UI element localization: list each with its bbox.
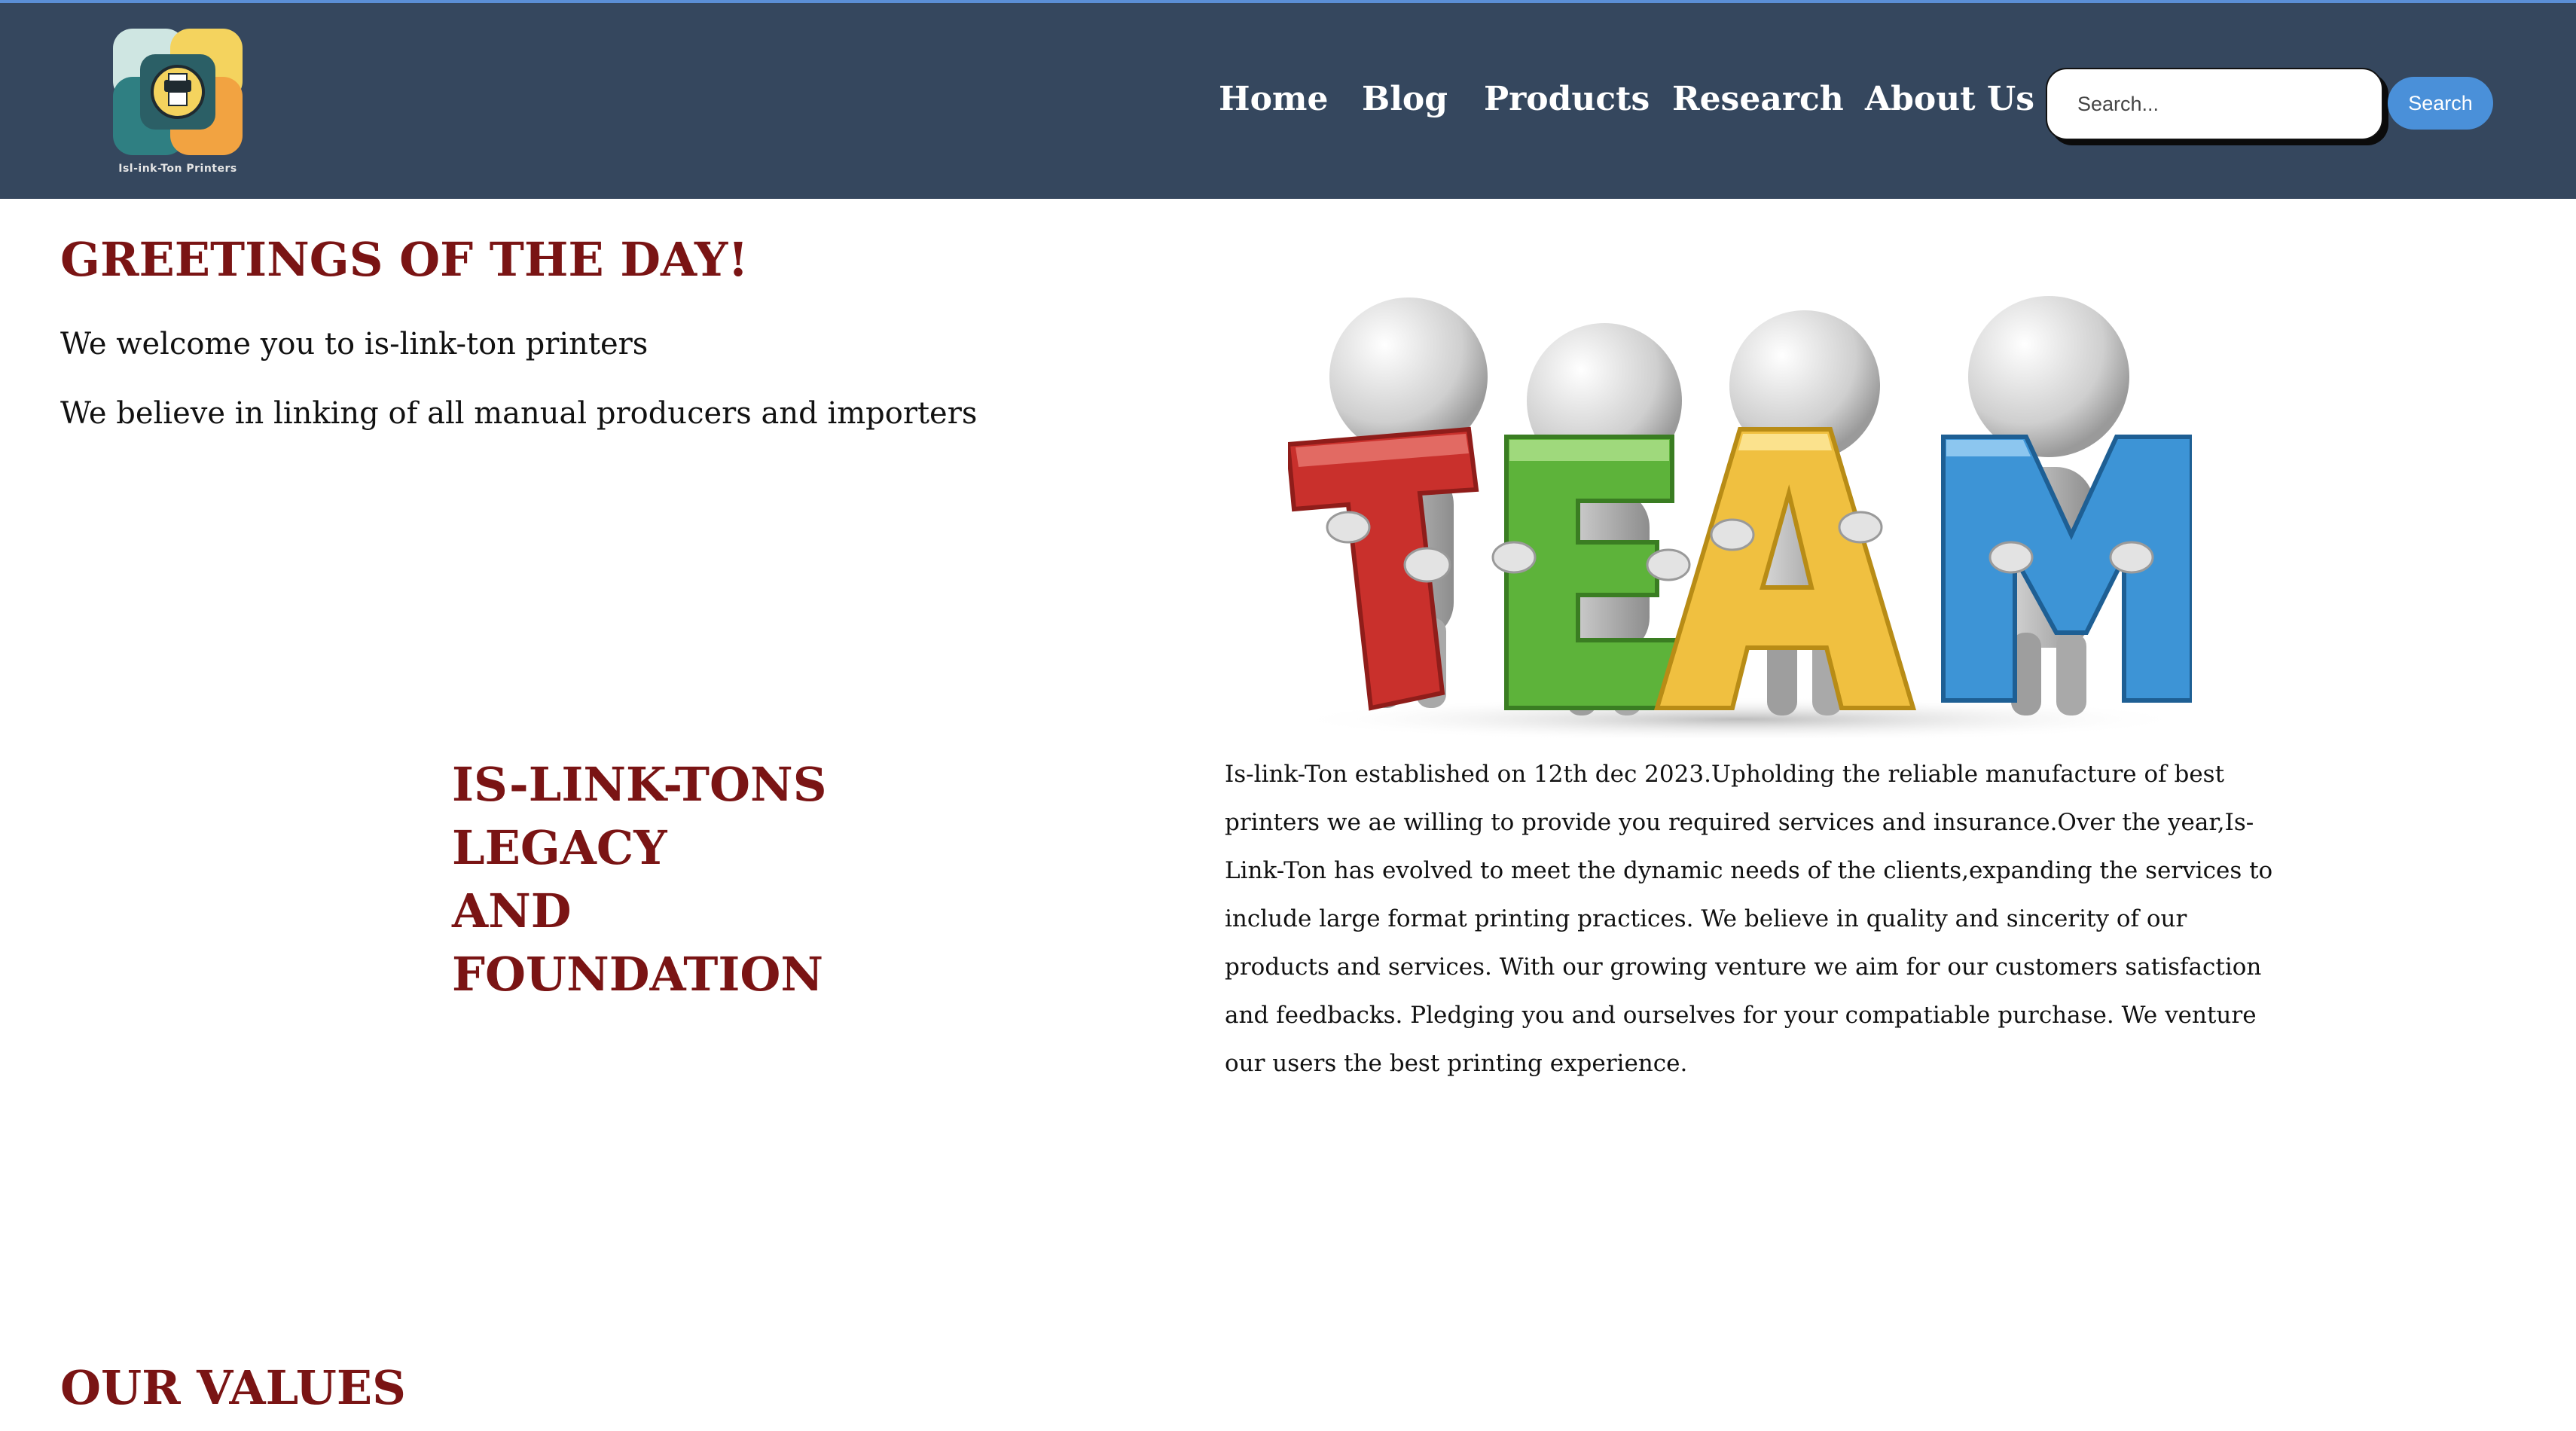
linking-text: We believe in linking of all manual prod…	[60, 396, 978, 431]
legacy-description: Is-link-Ton established on 12th dec 2023…	[1225, 761, 2273, 1077]
legacy-title-line-3: FOUNDATION	[452, 947, 824, 1002]
team-figures-image	[1288, 296, 2192, 738]
nav-about-us-link[interactable]: About Us	[1865, 75, 2034, 124]
team-illustration	[1288, 286, 2192, 738]
company-logo[interactable]: Isl-ink-Ton Printers	[110, 24, 246, 181]
logo-caption: Isl-ink-Ton Printers	[118, 163, 237, 175]
nav-research-link[interactable]: Research	[1672, 75, 1844, 124]
nav-products-link[interactable]: Products	[1484, 75, 1650, 124]
nav-blog-link[interactable]: Blog	[1362, 75, 1448, 124]
nav-home-link[interactable]: Home	[1219, 75, 1328, 124]
welcome-text: We welcome you to is-link-ton printers	[60, 327, 649, 362]
legacy-title: IS-LINK-TONS LEGACY AND FOUNDATION	[452, 753, 1009, 1006]
legacy-title-line-1: IS-LINK-TONS LEGACY	[452, 757, 827, 875]
search-input[interactable]	[2046, 68, 2383, 140]
greeting-title: GREETINGS OF THE DAY!	[60, 232, 749, 287]
printer-logo-icon	[113, 29, 243, 155]
values-title: OUR VALUES	[60, 1360, 406, 1415]
legacy-title-line-2: AND	[452, 883, 572, 938]
search-button[interactable]: Search	[2388, 77, 2493, 130]
top-navigation-bar: Isl-ink-Ton Printers Home Blog Products …	[0, 0, 2576, 199]
